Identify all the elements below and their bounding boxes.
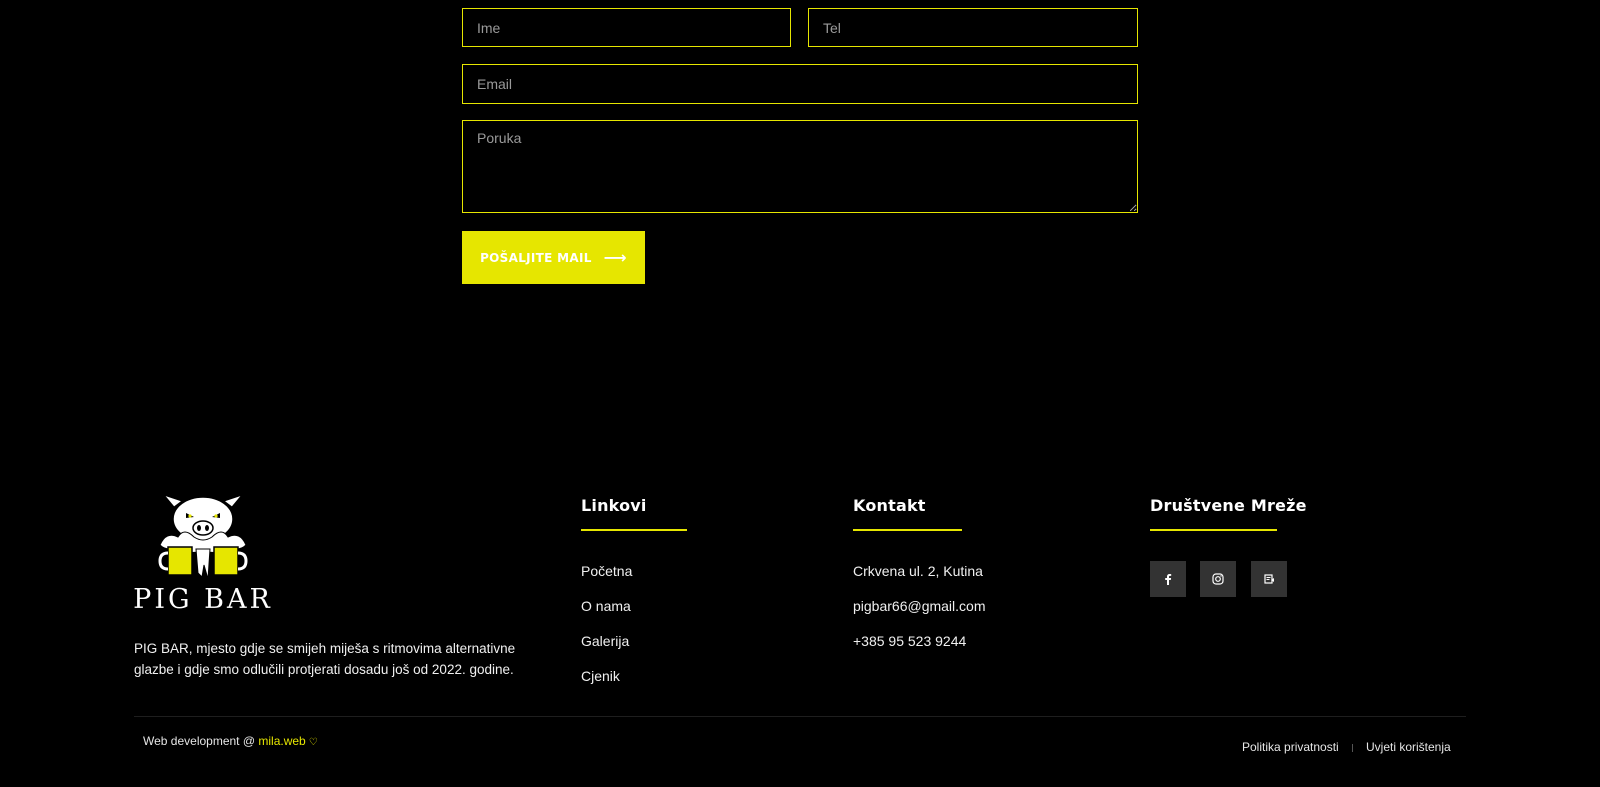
menu-card-button[interactable]	[1251, 561, 1287, 597]
privacy-link[interactable]: Politika privatnosti	[1242, 740, 1339, 754]
contact-address: Crkvena ul. 2, Kutina	[853, 563, 983, 579]
facebook-button[interactable]	[1150, 561, 1186, 597]
social-title: Društvene Mreže	[1150, 496, 1307, 515]
logo-text: PIG BAR	[134, 584, 272, 615]
credit-prefix: Web development @	[143, 734, 259, 748]
credit-line: Web development @ mila.web ♡	[143, 734, 318, 748]
links-underline	[581, 529, 687, 531]
email-input[interactable]	[462, 64, 1138, 104]
arrow-right-icon: ⟶	[603, 247, 627, 267]
social-underline	[1150, 529, 1277, 531]
tel-input[interactable]	[808, 8, 1138, 47]
nav-link-pricelist[interactable]: Cjenik	[581, 668, 620, 684]
instagram-button[interactable]	[1200, 561, 1236, 597]
instagram-icon	[1212, 573, 1224, 585]
links-title: Linkovi	[581, 496, 647, 515]
contact-underline	[853, 529, 962, 531]
credit-brand-link[interactable]: mila.web	[258, 734, 305, 748]
facebook-icon	[1165, 574, 1172, 585]
menu-card-icon	[1264, 574, 1274, 584]
send-mail-label: POŠALJITE MAIL	[480, 250, 592, 265]
legal-separator	[1352, 744, 1353, 752]
footer-divider	[134, 716, 1466, 717]
name-input[interactable]	[462, 8, 791, 47]
about-text: PIG BAR, mjesto gdje se smijeh miješa s …	[134, 641, 516, 677]
contact-phone[interactable]: +385 95 523 9244	[853, 633, 966, 649]
pig-bar-logo: PIG BAR	[134, 493, 272, 615]
contact-title: Kontakt	[853, 496, 926, 515]
nav-link-about[interactable]: O nama	[581, 598, 631, 614]
heart-icon: ♡	[308, 737, 318, 748]
contact-email[interactable]: pigbar66@gmail.com	[853, 598, 986, 614]
send-mail-button[interactable]: POŠALJITE MAIL ⟶	[462, 231, 645, 284]
nav-link-home[interactable]: Početna	[581, 563, 632, 579]
nav-link-gallery[interactable]: Galerija	[581, 633, 629, 649]
message-textarea[interactable]	[462, 120, 1138, 213]
terms-link[interactable]: Uvjeti korištenja	[1366, 740, 1451, 754]
